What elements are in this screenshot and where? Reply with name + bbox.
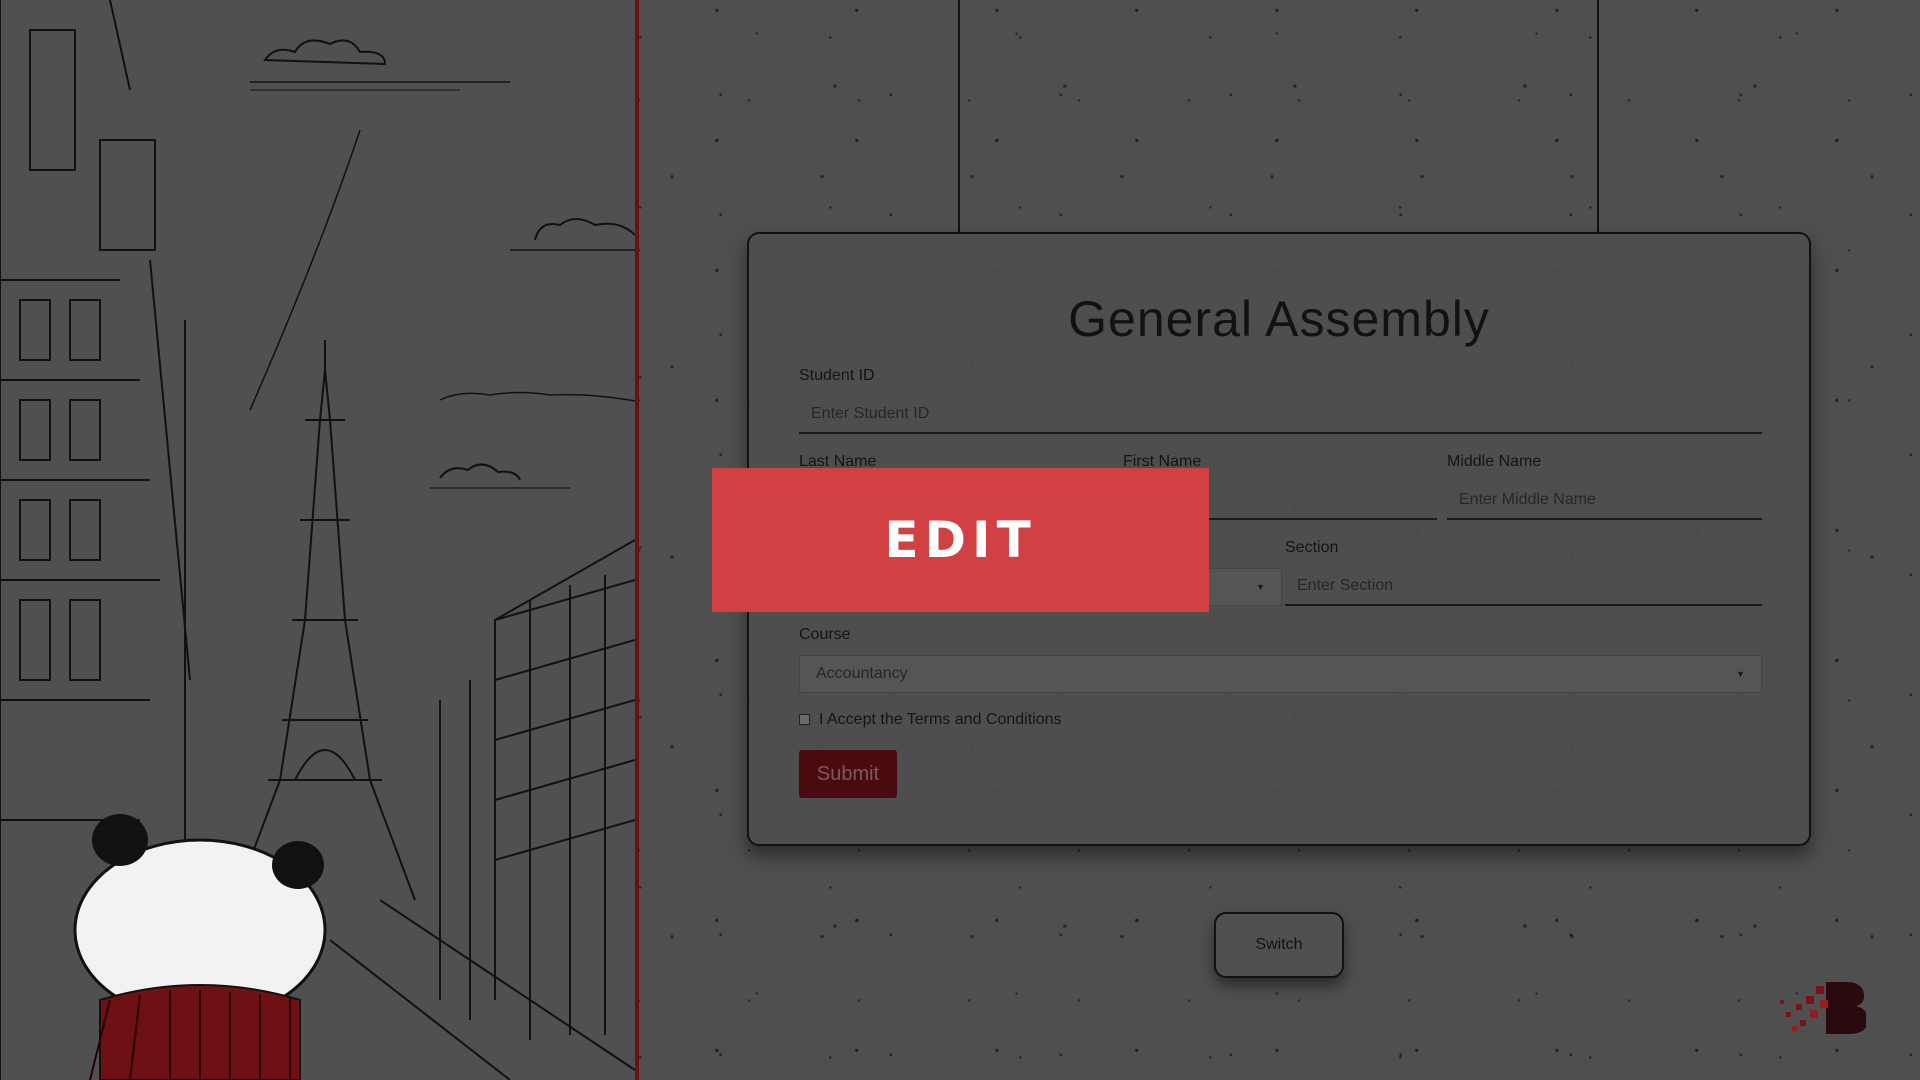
paris-illustration [0,0,635,1080]
hanging-string-right [1597,0,1599,232]
caret-down-icon: ▼ [1736,669,1745,679]
form-title: General Assembly [1068,291,1490,347]
course-selected-value: Accountancy [816,665,908,682]
section-label: Section [1285,539,1339,556]
hanging-string-left [958,0,960,232]
edit-label: EDIT [884,511,1037,569]
course-select[interactable]: Accountancy ▼ [799,655,1762,693]
terms-label: I Accept the Terms and Conditions [819,711,1062,728]
section-input[interactable] [1285,568,1762,606]
terms-checkbox[interactable] [799,714,810,725]
student-id-label: Student ID [799,367,875,384]
student-id-input[interactable] [799,396,1762,434]
middle-name-label: Middle Name [1447,453,1542,470]
course-label: Course [799,626,851,643]
panel-divider [635,0,639,1080]
edit-banner[interactable]: EDIT [712,468,1209,612]
caret-down-icon: ▼ [1256,582,1265,592]
pixel-b-logo [1780,982,1866,1034]
switch-button[interactable]: Switch [1214,912,1344,978]
submit-button[interactable]: Submit [799,750,897,798]
middle-name-input[interactable] [1447,482,1762,520]
